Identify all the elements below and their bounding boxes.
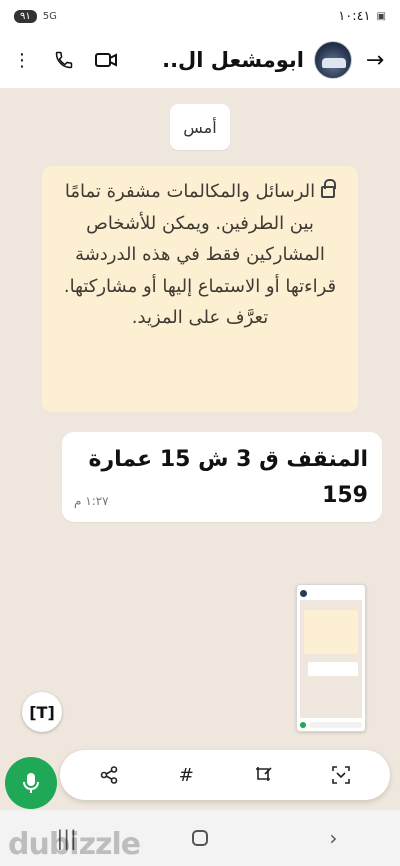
- encryption-notice[interactable]: الرسائل والمكالمات مشفرة تمامًا بين الطر…: [42, 166, 358, 412]
- battery-indicator: ٩١: [14, 9, 37, 23]
- date-separator: أمس: [170, 104, 230, 150]
- status-time: ١٠:٤١: [338, 8, 371, 24]
- status-right: ١٠:٤١ ▣: [338, 9, 386, 24]
- phone-icon[interactable]: [52, 48, 76, 72]
- header-actions: ⋮: [10, 48, 118, 72]
- arrow-right-icon[interactable]: →: [360, 48, 390, 73]
- watermark-logo: dubizzle: [8, 827, 141, 862]
- message-line-1: المنقف ق 3 ش 15 عمارة: [88, 447, 368, 472]
- hashtag-icon[interactable]: #: [172, 761, 200, 789]
- thumbnail-message: [308, 662, 358, 676]
- network-icon: 5G: [42, 10, 57, 22]
- screenshot-status-icon: ▣: [376, 10, 386, 22]
- contact-name[interactable]: ابومشعل ال..: [118, 48, 314, 72]
- thumbnail-notice: [304, 610, 358, 654]
- crop-edit-icon[interactable]: [250, 761, 278, 789]
- message-bubble[interactable]: المنقف ق 3 ش 15 عمارة 159 ١:٢٧ م: [62, 432, 382, 522]
- lock-icon: [321, 179, 337, 198]
- thumbnail-avatar: [300, 589, 307, 597]
- more-vert-icon[interactable]: ⋮: [10, 48, 34, 72]
- share-icon[interactable]: [95, 761, 123, 789]
- message-line-2: 159: [322, 483, 368, 508]
- thumbnail-header: [300, 588, 362, 598]
- status-bar: ٩١ 5G ١٠:٤١ ▣: [0, 0, 400, 32]
- chat-header: ⋮ ابومشعل ال.. →: [0, 32, 400, 88]
- back-icon[interactable]: ›: [318, 823, 348, 853]
- mic-icon[interactable]: [5, 757, 57, 809]
- status-left: ٩١ 5G: [14, 9, 57, 23]
- message-time: ١:٢٧ م: [74, 494, 109, 508]
- thumbnail-chat: [300, 600, 362, 718]
- video-icon[interactable]: [94, 48, 118, 72]
- thumbnail-input: [300, 720, 362, 730]
- thumbnail-input-bar: [309, 722, 362, 728]
- home-shape: [191, 830, 208, 846]
- home-icon[interactable]: [185, 823, 215, 853]
- scan-icon[interactable]: [327, 761, 355, 789]
- thumbnail-mic: [300, 722, 306, 728]
- contact-avatar[interactable]: [314, 41, 352, 79]
- encryption-text: الرسائل والمكالمات مشفرة تمامًا بين الطر…: [63, 181, 337, 328]
- text-extract-icon[interactable]: [T]: [22, 692, 62, 732]
- screenshot-toolbar: #: [60, 750, 390, 800]
- screenshot-thumbnail[interactable]: [296, 584, 366, 732]
